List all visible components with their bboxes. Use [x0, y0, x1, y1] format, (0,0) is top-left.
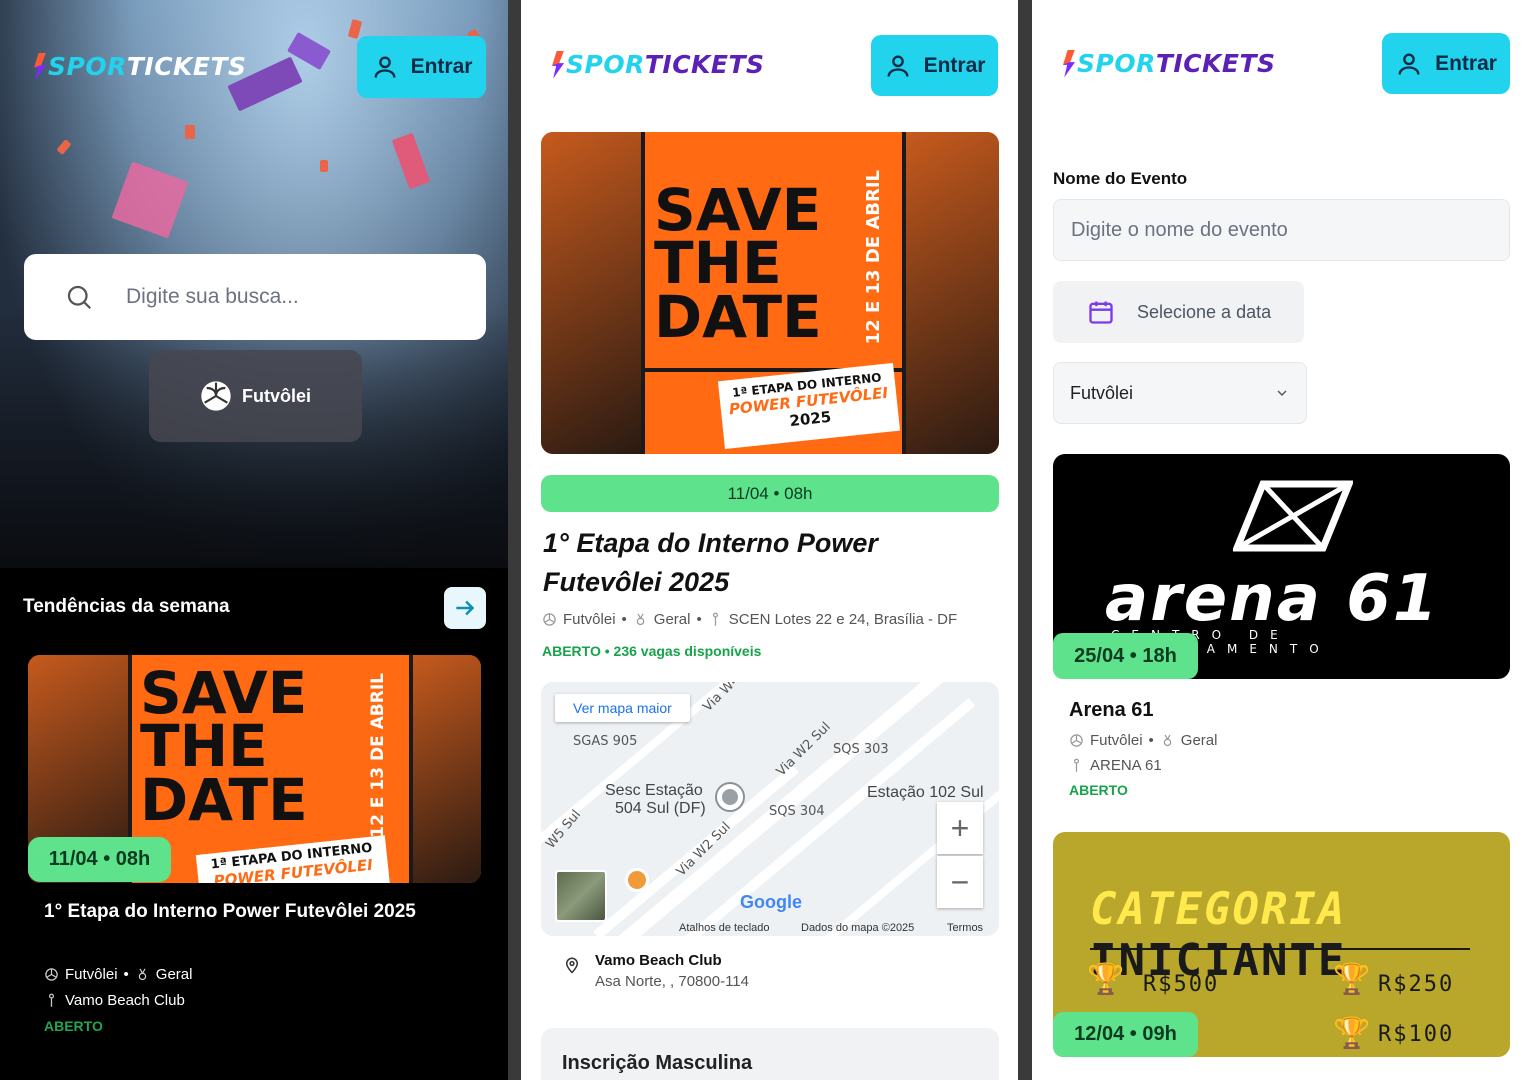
sport-chip-futvolei[interactable]: Futvôlei	[149, 350, 362, 442]
zoom-in-button[interactable]: +	[937, 802, 983, 854]
search-icon	[67, 285, 92, 310]
event-status: ABERTO	[1069, 782, 1128, 798]
home-screen: SPOR TICKETS Entrar Digite sua busca... F…	[0, 0, 508, 1080]
event-detail-screen: SPOR TICKETS Entrar SAVE THE DATE 12 E 13 D…	[521, 0, 1018, 1080]
event-venue: ARENA 61	[1069, 757, 1162, 774]
event-date-badge: 11/04 • 08h	[541, 475, 999, 512]
ticket-card[interactable]: Inscrição Masculina	[541, 1028, 999, 1080]
medal-icon	[1163, 734, 1172, 747]
poster-tag: 1ª ETAPA DO INTERNO POWER FUTEVÔLEI	[195, 835, 391, 883]
volleyball-icon	[45, 968, 58, 981]
user-icon	[374, 56, 396, 78]
map-shortcuts-link[interactable]: Atalhos de teclado	[679, 922, 770, 934]
poster-days: 12 E 13 DE ABRIL	[368, 673, 388, 838]
pin-icon	[49, 993, 54, 1007]
event-meta: Futvôlei • Geral	[1069, 732, 1217, 749]
event-venue: Vamo Beach Club	[44, 992, 185, 1009]
chevron-down-icon	[1277, 390, 1287, 396]
event-title[interactable]: 1° Etapa do Interno Power Futevôlei 2025	[44, 898, 464, 927]
volleyball-icon	[1070, 734, 1083, 747]
event-status: ABERTO • 236 vagas disponíveis	[542, 643, 762, 659]
login-button[interactable]: Entrar	[357, 36, 486, 98]
poster-days: 12 E 13 DE ABRIL	[863, 170, 884, 345]
medal-icon	[138, 968, 147, 981]
poster-headline: SAVE THE DATE	[140, 659, 308, 834]
zoom-out-button[interactable]: −	[937, 856, 983, 908]
brand-logo[interactable]: SPOR TICKETS	[552, 50, 765, 79]
location-map[interactable]: Ver mapa maior SGAS 905 SQS 303 SQS 304 …	[541, 682, 999, 936]
map-data-credit: Dados do mapa ©2025	[801, 922, 915, 934]
volleyball-icon	[543, 613, 556, 626]
player-photo	[413, 655, 481, 883]
login-button[interactable]: Entrar	[871, 35, 998, 96]
player-photo	[906, 132, 999, 454]
calendar-icon	[1089, 301, 1113, 324]
venue-address: Asa Norte, , 70800-114	[595, 973, 749, 990]
arena-logo-icon	[1233, 480, 1353, 552]
brand-logo[interactable]: SPOR TICKETS	[1063, 49, 1276, 78]
bolt-icon	[1063, 49, 1075, 78]
medal-icon	[636, 613, 645, 626]
poster-tag: 1ª ETAPA DO INTERNO POWER FUTEVÔLEI 2025	[717, 362, 901, 450]
event-date-badge: 25/04 • 18h	[1053, 633, 1198, 679]
google-logo: Google	[740, 892, 802, 912]
brand-logo[interactable]: SPOR TICKETS	[34, 52, 247, 81]
venue-info: Vamo Beach Club Asa Norte, , 70800-114	[563, 952, 749, 990]
trophy-icon: 🏆	[1087, 963, 1125, 996]
event-banner: SAVE THE DATE 12 E 13 DE ABRIL 1ª ETAPA DO…	[541, 132, 999, 454]
user-icon	[887, 55, 909, 77]
location-pin-icon	[565, 957, 579, 974]
pin-icon	[712, 612, 718, 626]
map-terms-link[interactable]: Termos	[947, 922, 983, 934]
restaurant-marker-icon[interactable]	[625, 868, 649, 892]
search-input[interactable]: Digite sua busca...	[24, 254, 486, 340]
pin-icon	[1074, 758, 1079, 772]
venue-name: Vamo Beach Club	[595, 952, 722, 969]
trending-next-button[interactable]	[444, 587, 486, 629]
bolt-icon	[34, 52, 46, 81]
event-date-badge: 11/04 • 08h	[28, 837, 171, 882]
login-button[interactable]: Entrar	[1382, 33, 1510, 94]
volleyball-icon	[201, 381, 231, 411]
user-icon	[1398, 53, 1420, 75]
player-photo	[541, 132, 641, 454]
date-picker-button[interactable]: Selecione a data	[1053, 281, 1304, 343]
event-status: ABERTO	[44, 1018, 103, 1034]
satellite-toggle[interactable]	[555, 870, 607, 922]
bolt-icon	[552, 50, 564, 79]
event-name-input[interactable]: Digite o nome do evento	[1053, 199, 1510, 261]
event-date-badge: 12/04 • 09h	[1053, 1012, 1198, 1057]
event-title: 1° Etapa do Interno Power Futevôlei 2025	[543, 528, 878, 598]
map-marker-icon[interactable]	[717, 784, 743, 810]
trophy-icon: 🏆	[1333, 1017, 1371, 1050]
event-name-label: Nome do Evento	[1053, 169, 1188, 188]
trophy-icon: 🏆	[1333, 963, 1371, 996]
event-meta: Futvôlei • Geral • SCEN Lotes 22 e 24, Bra…	[542, 611, 957, 628]
trending-title: Tendências da semana	[23, 596, 230, 617]
event-title[interactable]: Arena 61	[1069, 695, 1154, 725]
view-larger-map-link[interactable]: Ver mapa maior	[555, 694, 690, 722]
sport-select[interactable]: Futvôlei	[1053, 362, 1307, 424]
poster-headline: SAVE THE DATE	[654, 176, 822, 351]
event-meta: Futvôlei • Geral	[44, 966, 192, 983]
search-screen: SPOR TICKETS Entrar Nome do Evento Digite…	[1032, 0, 1528, 1080]
arrow-right-icon	[456, 600, 475, 616]
ticket-title: Inscrição Masculina	[562, 1052, 753, 1074]
